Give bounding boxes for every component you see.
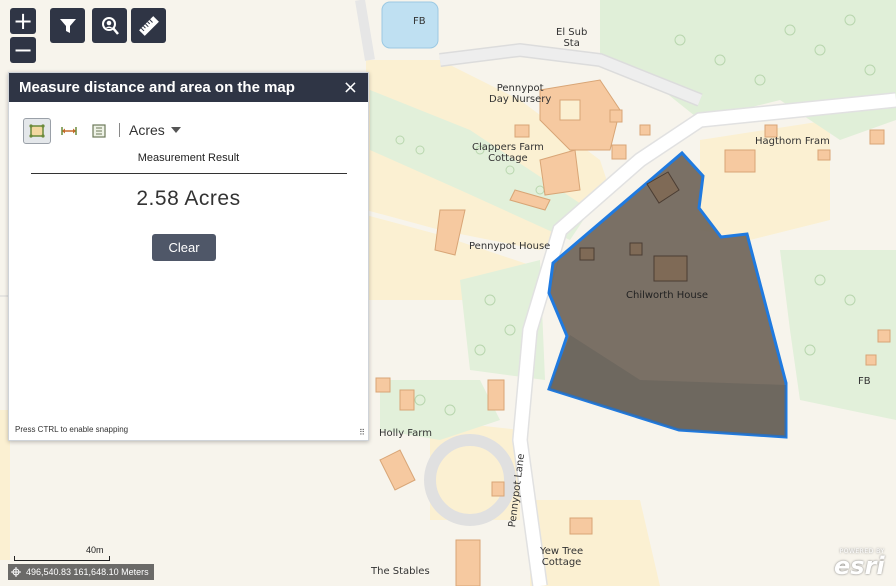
area-tool-button[interactable] [23, 118, 51, 144]
close-icon[interactable]: × [343, 78, 358, 97]
coordinate-text: 496,540.83 161,648.10 Meters [26, 567, 149, 577]
clear-button[interactable]: Clear [152, 234, 216, 261]
filter-icon [59, 18, 76, 33]
scalebar [14, 556, 110, 561]
measurement-result: 2.58 Acres [136, 187, 241, 210]
zoom-out-button[interactable]: − [10, 36, 36, 64]
location-measure-icon [92, 124, 106, 138]
distance-tool-button[interactable] [55, 118, 83, 144]
filter-button[interactable] [50, 8, 85, 43]
chevron-down-icon [170, 127, 181, 133]
panel-title: Measure distance and area on the map [19, 79, 295, 96]
unit-value: Acres [129, 122, 165, 138]
measurement-panel: Measure distance and area on the map × A… [8, 72, 369, 441]
map-label-yew-tree-cottage: Yew Tree Cottage [540, 546, 584, 568]
coordinate-display: 496,540.83 161,648.10 Meters [8, 564, 154, 580]
unit-dropdown[interactable]: Acres [129, 122, 181, 138]
panel-header: Measure distance and area on the map × [9, 73, 368, 102]
map-label-clappers-farm-cottage: Clappers Farm Cottage [472, 142, 544, 164]
map-label-hagthorn-fram: Hagthorn Fram [755, 136, 830, 147]
toolbar-divider [119, 123, 120, 137]
map-label-el-sub-sta: El Sub Sta [556, 27, 588, 49]
map-label-the-stables: The Stables [371, 566, 430, 577]
esri-logo-text: esri [834, 552, 885, 580]
map-label-fb-right: FB [858, 376, 871, 387]
location-tool-button[interactable] [85, 118, 113, 144]
map-label-fb-top: FB [413, 16, 426, 27]
zoom-out-icon: − [12, 36, 34, 64]
map-label-pennypot-house: Pennypot House [469, 241, 551, 252]
result-divider [31, 173, 347, 174]
result-heading: Measurement Result [137, 152, 240, 164]
search-person-icon [101, 16, 119, 35]
ruler-icon [138, 15, 159, 36]
snapping-hint: Press CTRL to enable snapping [15, 425, 129, 434]
map-label-pennypot-day-nursery: Pennypot Day Nursery [489, 83, 552, 105]
area-measure-icon [29, 124, 45, 138]
scalebar-label: 40m [86, 545, 104, 555]
distance-measure-icon [61, 127, 77, 135]
map-label-holly-farm: Holly Farm [379, 428, 432, 439]
measure-button[interactable] [131, 8, 166, 43]
search-location-button[interactable] [92, 8, 127, 43]
resize-handle-icon[interactable]: ⠿ [359, 428, 365, 437]
crosshair-icon[interactable] [11, 567, 21, 577]
esri-logo[interactable]: POWERED BY esri [834, 548, 885, 578]
zoom-in-icon: + [12, 7, 34, 35]
zoom-in-button[interactable]: + [10, 7, 36, 35]
map-label-chilworth-house: Chilworth House [626, 290, 709, 301]
